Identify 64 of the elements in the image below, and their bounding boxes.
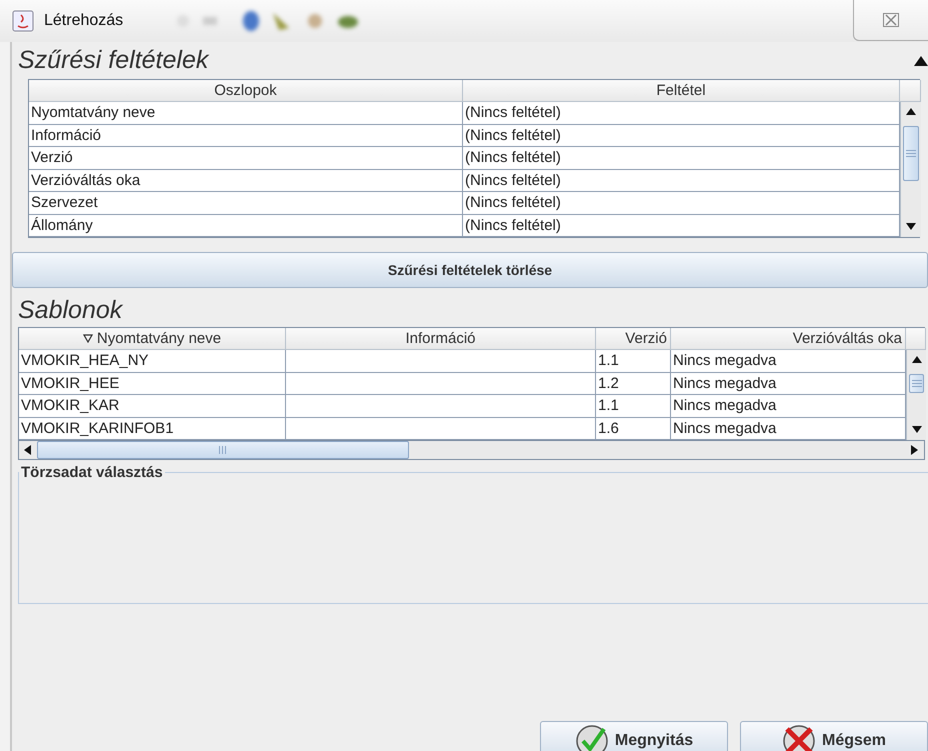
header-corner (906, 328, 926, 350)
close-button[interactable] (853, 0, 928, 41)
table-cell: Állomány (29, 214, 463, 237)
table-cell: Nincs megadva (671, 418, 906, 440)
vertical-scrollbar[interactable] (900, 102, 921, 237)
check-icon (574, 724, 609, 751)
section-title: Sablonok (18, 296, 122, 325)
table-cell: 1.6 (596, 418, 671, 440)
scroll-down-icon[interactable] (912, 425, 922, 435)
grip-icon (906, 149, 916, 158)
column-label: Nyomtatvány neve (96, 330, 222, 347)
header-corner (900, 80, 921, 102)
column-header[interactable]: Verzióváltás oka (671, 328, 906, 350)
table-cell: Információ (29, 124, 463, 147)
table-cell: VMOKIR_KAR (19, 395, 286, 418)
cancel-icon (782, 724, 816, 751)
java-icon (12, 10, 34, 32)
column-label: Verzióváltás oka (792, 330, 902, 347)
column-header[interactable]: Nyomtatvány neve (19, 328, 286, 350)
table-cell: 1.1 (596, 395, 671, 418)
table-cell: (Nincs feltétel) (463, 102, 900, 124)
column-header[interactable]: Feltétel (463, 80, 900, 102)
open-button[interactable]: Megnyitás (540, 721, 728, 751)
section-title: Szűrési feltételek (18, 46, 208, 75)
scroll-left-icon[interactable] (23, 445, 33, 455)
table-cell: Nincs megadva (671, 350, 906, 372)
table-cell: (Nincs feltétel) (463, 214, 900, 237)
table-cell: (Nincs feltétel) (463, 170, 900, 192)
scroll-thumb[interactable] (903, 126, 919, 182)
table-cell: VMOKIR_HEA_NY (19, 350, 286, 372)
scroll-thumb[interactable] (909, 374, 924, 393)
panel-legend: Törzsadat választás (19, 464, 165, 481)
table-cell: 1.2 (596, 372, 671, 395)
table-cell: Verzió (29, 147, 463, 170)
column-label: Verzió (625, 330, 667, 347)
clear-filters-button[interactable]: Szűrési feltételek törlése (12, 252, 928, 288)
window-title: Létrehozás (44, 12, 124, 30)
column-header[interactable]: Oszlopok (29, 80, 463, 102)
scroll-up-icon[interactable] (912, 355, 922, 365)
close-icon (883, 13, 899, 27)
scroll-down-icon[interactable] (906, 222, 916, 232)
grip-icon (218, 446, 228, 454)
scroll-right-icon[interactable] (910, 445, 920, 455)
table-cell: (Nincs feltétel) (463, 192, 900, 214)
horizontal-scrollbar[interactable] (18, 441, 925, 460)
table-cell: VMOKIR_HEE (19, 372, 286, 395)
table-cell: Szervezet (29, 192, 463, 214)
column-header[interactable]: Verzió (596, 328, 671, 350)
table-cell: Verzióváltás oka (29, 170, 463, 192)
column-header[interactable]: Információ (286, 328, 596, 350)
vertical-scrollbar[interactable] (906, 350, 926, 440)
collapse-icon[interactable] (914, 56, 928, 66)
grip-icon (912, 379, 922, 388)
table-cell: (Nincs feltétel) (463, 124, 900, 147)
table-cell: Nincs megadva (671, 372, 906, 395)
table-cell: (Nincs feltétel) (463, 147, 900, 170)
table-cell: Nincs megadva (671, 395, 906, 418)
cancel-button[interactable]: Mégsem (740, 721, 928, 751)
scroll-up-icon[interactable] (906, 107, 916, 117)
table-cell: Nyomtatvány neve (29, 102, 463, 124)
scroll-thumb[interactable] (37, 441, 409, 459)
table-cell: VMOKIR_KARINFOB1 (19, 418, 286, 440)
table-cell: 1.1 (596, 350, 671, 372)
column-label: Információ (405, 330, 476, 347)
